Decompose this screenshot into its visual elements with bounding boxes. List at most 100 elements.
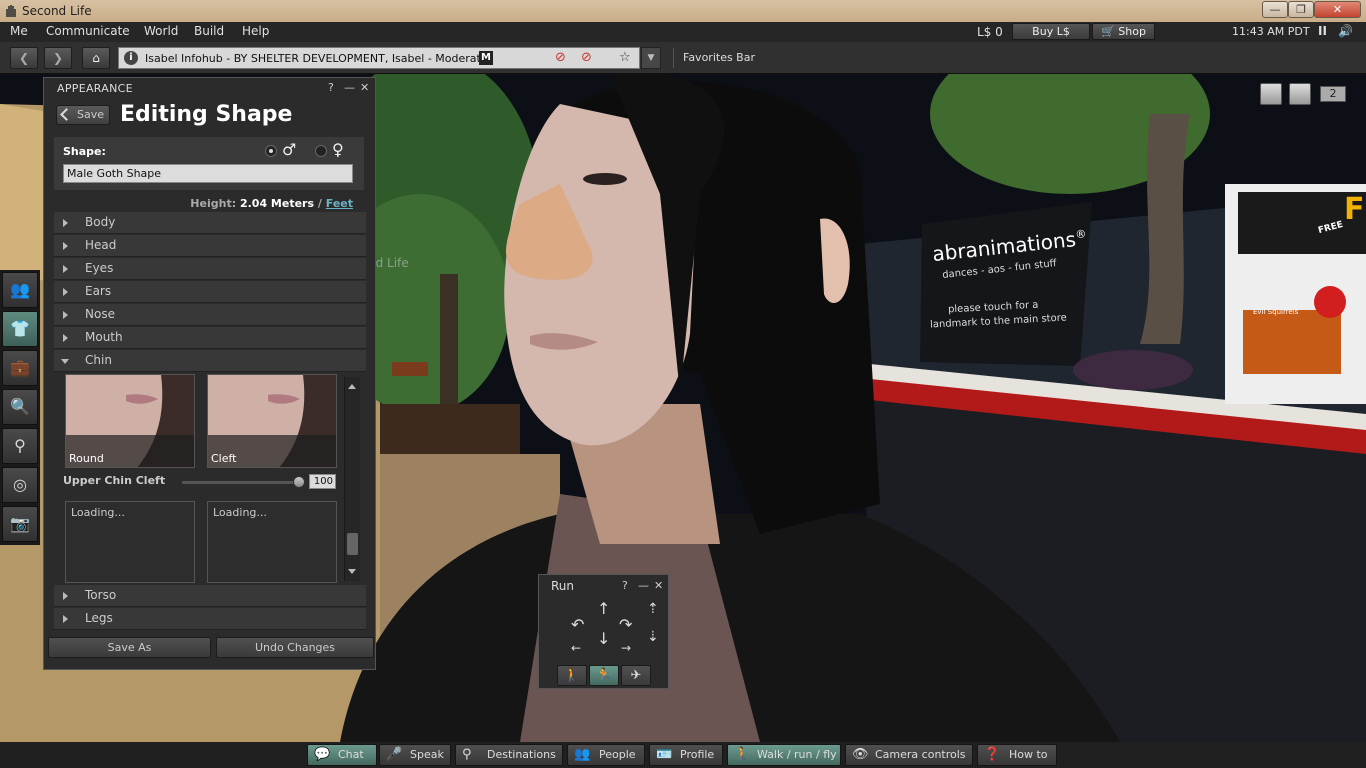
section-body[interactable]: Body xyxy=(54,212,366,234)
section-ears[interactable]: Ears xyxy=(54,281,366,303)
profile-card-icon: 🪪 xyxy=(656,747,673,762)
run-icon: 🏃 xyxy=(595,668,613,683)
world-cube-icon[interactable] xyxy=(1260,83,1282,105)
linden-balance[interactable]: L$ 0 xyxy=(977,25,1003,39)
chin-section-content: Round Cleft Upper Chin Cleft 100 Loading… xyxy=(54,373,366,583)
radar-icon: ◎ xyxy=(13,475,27,494)
save-back-button[interactable]: Save xyxy=(56,105,110,125)
sidebar-appearance-button[interactable]: 👕 xyxy=(2,311,38,347)
menu-help[interactable]: Help xyxy=(242,24,269,38)
sidebar-people-button[interactable]: 👥 xyxy=(2,272,38,308)
turn-left-icon[interactable]: ↶ xyxy=(571,615,584,634)
camera-controls-button[interactable]: 👁 Camera controls xyxy=(845,744,973,766)
scroll-thumb[interactable] xyxy=(347,533,358,555)
poster-caption: Evil Squirrels xyxy=(1253,308,1299,316)
panel-title: APPEARANCE xyxy=(57,82,133,95)
slider-value-field[interactable]: 100 xyxy=(309,474,336,489)
sidebar-places-button[interactable]: ⚲ xyxy=(2,428,38,464)
maximize-window-button[interactable]: ❐ xyxy=(1288,1,1314,18)
forward-arrow-icon: ❯ xyxy=(52,51,64,65)
strafe-left-icon[interactable]: ← xyxy=(571,641,581,655)
people-icon: 👥 xyxy=(10,280,30,299)
section-head[interactable]: Head xyxy=(54,235,366,257)
fly-mode-button[interactable]: ✈ xyxy=(621,665,651,686)
scroll-down-icon[interactable] xyxy=(348,569,356,574)
info-icon[interactable]: i xyxy=(124,51,138,65)
walk-run-fly-button[interactable]: 🚶 Walk / run / fly xyxy=(727,744,841,766)
menu-communicate[interactable]: Communicate xyxy=(46,24,130,38)
section-chin[interactable]: Chin xyxy=(54,350,366,372)
shop-button[interactable]: 🛒 Shop xyxy=(1092,23,1155,40)
suitcase-icon: 💼 xyxy=(10,358,30,377)
back-button[interactable]: ❮ xyxy=(10,47,38,69)
panel-minimize-button[interactable]: — xyxy=(344,81,355,94)
expand-arrow-icon xyxy=(63,615,68,623)
move-backward-icon[interactable]: ↓ xyxy=(597,629,610,648)
destinations-button[interactable]: ⚲ Destinations xyxy=(455,744,563,766)
sidebar-inventory-button[interactable]: 💼 xyxy=(2,350,38,386)
strafe-right-icon[interactable]: → xyxy=(621,641,631,655)
favorites-bar[interactable]: Favorites Bar xyxy=(683,51,755,64)
people-label: People xyxy=(599,748,636,761)
walk-mode-button[interactable]: 🚶 xyxy=(557,665,587,686)
save-as-button[interactable]: Save As xyxy=(48,637,211,658)
section-nose[interactable]: Nose xyxy=(54,304,366,326)
scroll-up-icon[interactable] xyxy=(348,384,356,389)
section-label: Eyes xyxy=(85,261,114,275)
chat-button[interactable]: 💬 Chat xyxy=(307,744,377,766)
section-eyes[interactable]: Eyes xyxy=(54,258,366,280)
feet-link[interactable]: Feet xyxy=(326,197,353,210)
howto-label: How to xyxy=(1009,748,1048,761)
run-mode-button[interactable]: 🏃 xyxy=(589,665,619,686)
location-pin-icon: ⚲ xyxy=(14,436,26,455)
how-to-button[interactable]: ❓ How to xyxy=(977,744,1057,766)
panel-help-button[interactable]: ? xyxy=(328,81,334,94)
section-legs[interactable]: Legs xyxy=(54,608,366,630)
menu-me[interactable]: Me xyxy=(10,24,28,38)
movement-help-button[interactable]: ? xyxy=(622,579,628,592)
collapse-arrow-icon xyxy=(61,359,69,364)
female-radio[interactable] xyxy=(315,145,327,157)
section-torso[interactable]: Torso xyxy=(54,585,366,607)
section-mouth[interactable]: Mouth xyxy=(54,327,366,349)
slider-handle[interactable] xyxy=(293,476,305,488)
buy-currency-button[interactable]: Buy L$ xyxy=(1012,23,1090,40)
nearby-count-badge[interactable]: 2 xyxy=(1320,86,1346,102)
menu-build[interactable]: Build xyxy=(194,24,224,38)
movement-close-button[interactable]: ✕ xyxy=(654,579,663,592)
movement-panel: Run ? — ✕ ↑ ↶ ↷ ↓ ← → ⇡ ⇣ 🚶 🏃 ✈ xyxy=(538,574,669,689)
movement-minimize-button[interactable]: — xyxy=(638,579,649,592)
upper-chin-cleft-slider[interactable] xyxy=(182,481,305,484)
sidebar-search-button[interactable]: 🔍 xyxy=(2,389,38,425)
male-radio[interactable] xyxy=(265,145,277,157)
sidebar-snapshot-button[interactable]: 📷 xyxy=(2,506,38,542)
shirt-icon: 👕 xyxy=(10,319,30,338)
chat-label: Chat xyxy=(338,748,364,761)
turn-right-icon[interactable]: ↷ xyxy=(619,615,632,634)
panel-close-button[interactable]: ✕ xyxy=(360,81,369,94)
location-dropdown-button[interactable]: ▼ xyxy=(641,47,661,69)
move-down-icon[interactable]: ⇣ xyxy=(647,629,659,645)
forward-button[interactable]: ❯ xyxy=(44,47,72,69)
close-window-button[interactable]: ✕ xyxy=(1314,1,1361,18)
menu-world[interactable]: World xyxy=(144,24,178,38)
shape-name-field[interactable]: Male Goth Shape xyxy=(63,164,353,183)
no-fly-icon: ⊘ xyxy=(555,50,566,65)
world-cube-icon-2[interactable] xyxy=(1289,83,1311,105)
pause-media-button[interactable]: II xyxy=(1318,24,1327,38)
chin-cleft-preview: Cleft xyxy=(207,374,337,468)
move-forward-icon[interactable]: ↑ xyxy=(597,599,610,618)
speak-button[interactable]: 🎤 Speak xyxy=(379,744,451,766)
sidebar-radar-button[interactable]: ◎ xyxy=(2,467,38,503)
minimize-window-button[interactable]: — xyxy=(1262,1,1288,18)
people-button[interactable]: 👥 People xyxy=(567,744,645,766)
volume-icon[interactable]: 🔊 xyxy=(1338,24,1353,38)
location-bar[interactable]: i Isabel Infohub - BY SHELTER DEVELOPMEN… xyxy=(118,47,640,69)
move-up-icon[interactable]: ⇡ xyxy=(647,601,659,617)
undo-changes-button[interactable]: Undo Changes xyxy=(216,637,374,658)
profile-button[interactable]: 🪪 Profile xyxy=(649,744,723,766)
favorite-star-icon[interactable]: ☆ xyxy=(619,50,631,65)
home-button[interactable]: ⌂ xyxy=(82,47,110,69)
chin-scrollbar[interactable] xyxy=(344,377,360,581)
chevron-down-icon: ▼ xyxy=(647,53,655,63)
